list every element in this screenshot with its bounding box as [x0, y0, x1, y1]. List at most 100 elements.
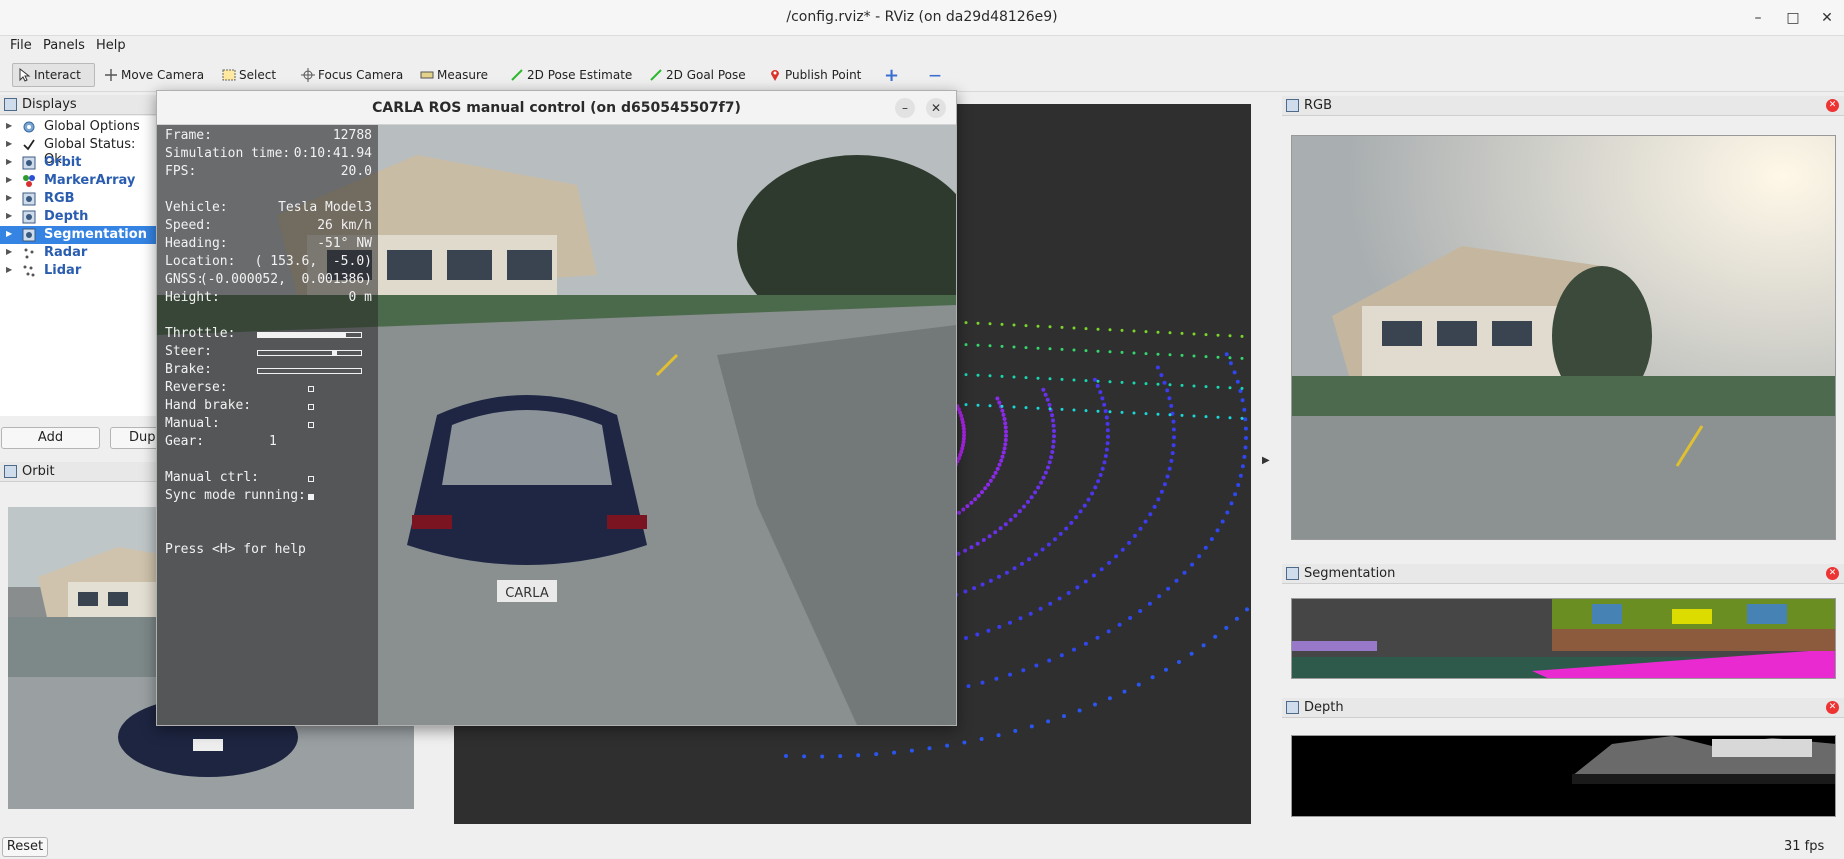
close-icon[interactable]: ✕ [1826, 701, 1839, 714]
lidar-point [1099, 567, 1104, 572]
lidar-point [1144, 330, 1148, 334]
display-radar[interactable]: ▶ Radar [0, 244, 156, 262]
lidar-point [1243, 426, 1248, 431]
lidar-point [993, 470, 998, 475]
remove-tool-button[interactable]: — [925, 63, 945, 87]
lidar-point [1174, 578, 1179, 583]
add-tool-button[interactable]: + [880, 63, 903, 87]
segmentation-image[interactable] [1291, 598, 1836, 679]
lidar-point [1144, 352, 1148, 356]
lidar-point [962, 740, 967, 745]
display-global-options[interactable]: ▶ Global Options [0, 118, 156, 136]
lidar-point [1166, 586, 1171, 591]
lidar-point [1168, 383, 1172, 387]
lidar-point [1036, 406, 1040, 410]
expand-arrow-icon[interactable]: ▶ [6, 211, 12, 220]
publish-point-button[interactable]: Publish Point [764, 63, 865, 87]
close-icon[interactable]: ✕ [1826, 99, 1839, 112]
lidar-point [1098, 390, 1103, 395]
duplicate-display-button[interactable]: Dupl [110, 427, 160, 449]
display-markerarray[interactable]: ▶ MarkerArray [0, 172, 156, 190]
lidar-point [1004, 433, 1008, 438]
lidar-point [986, 628, 991, 633]
lidar-point [1192, 354, 1196, 358]
lidar-point [1169, 458, 1174, 463]
expand-arrow-icon[interactable]: ▶ [6, 247, 12, 256]
expand-arrow-icon[interactable]: ▶ [6, 265, 12, 274]
lidar-point [1192, 332, 1196, 336]
lidar-point [1108, 380, 1112, 384]
lidar-point [1225, 510, 1230, 515]
radar-icon [24, 248, 34, 259]
display-lidar[interactable]: ▶ Lidar [0, 262, 156, 280]
lidar-point [1244, 436, 1248, 440]
menu-panels[interactable]: Panels [43, 38, 85, 53]
hud-frame-value: 12788 [332, 128, 372, 143]
lidar-point [1022, 504, 1026, 509]
lidar-point [1165, 474, 1170, 479]
maximize-button[interactable]: □ [1783, 8, 1803, 28]
select-button[interactable]: Select [218, 63, 280, 87]
close-icon[interactable]: ✕ [1826, 567, 1839, 580]
lidar-point [969, 500, 974, 505]
lidar-point [1228, 356, 1232, 360]
lidar-point [1041, 387, 1046, 392]
expand-arrow-icon[interactable]: ▶ [6, 229, 12, 238]
lidar-point [1169, 403, 1174, 408]
rgb-camera-image[interactable] [1291, 135, 1836, 540]
goal-pose-button[interactable]: 2D Goal Pose [645, 63, 750, 87]
depth-image[interactable] [1291, 735, 1836, 817]
measure-button[interactable]: Measure [416, 63, 492, 87]
hud-fps-value: 20.0 [340, 164, 372, 179]
expand-arrow-icon[interactable]: ▶ [6, 139, 12, 148]
lidar-point [1046, 465, 1050, 470]
cursor-icon [19, 68, 31, 82]
lidar-point [1232, 370, 1237, 375]
display-depth[interactable]: ▶ Depth [0, 208, 156, 226]
interact-tool-button[interactable]: Interact [12, 63, 95, 87]
select-icon [222, 69, 236, 81]
lidar-point [1240, 334, 1244, 338]
lidar-point [1156, 352, 1160, 356]
menu-help[interactable]: Help [96, 38, 126, 53]
display-label: MarkerArray [44, 173, 136, 188]
display-segmentation[interactable]: ▶ Segmentation [0, 226, 156, 244]
hud-sync-label: Sync mode running: [165, 488, 306, 503]
menu-bar: File Panels Help [0, 36, 1844, 58]
lidar-point [1171, 419, 1176, 424]
rgb-panel-header: RGB ✕ [1282, 96, 1844, 116]
display-rgb[interactable]: ▶ RGB [0, 190, 156, 208]
move-camera-button[interactable]: Move Camera [100, 63, 208, 87]
lidar-point [1047, 402, 1052, 407]
carla-manual-control-window[interactable]: CARLA ROS manual control (on d650545507f… [156, 90, 957, 726]
expand-arrow-icon[interactable]: ▶ [6, 193, 12, 202]
lidar-point [1242, 407, 1247, 412]
lidar-point [838, 754, 843, 759]
minimize-button[interactable]: – [1748, 8, 1768, 28]
move-camera-label: Move Camera [121, 68, 205, 82]
lidar-point [1043, 470, 1048, 475]
focus-camera-button[interactable]: Focus Camera [297, 63, 407, 87]
lidar-point [1105, 441, 1110, 446]
lidar-point [991, 474, 996, 479]
reset-button[interactable]: Reset [2, 837, 48, 857]
expand-arrow-icon[interactable]: ▶ [6, 157, 12, 166]
sync-mode-checkbox [308, 494, 314, 500]
expand-arrow-icon[interactable]: ▶ [6, 121, 12, 130]
pose-estimate-button[interactable]: 2D Pose Estimate [506, 63, 636, 87]
add-display-button[interactable]: Add [1, 427, 100, 449]
close-button[interactable]: ✕ [1817, 8, 1837, 28]
display-global-status[interactable]: ▶ Global Status: Ok [0, 136, 156, 167]
lidar-point [963, 589, 968, 594]
carla-minimize-button[interactable]: – [895, 98, 915, 118]
rgb-panel-title: RGB [1304, 98, 1333, 113]
carla-close-button[interactable]: ✕ [926, 98, 946, 118]
hud-sim-time-label: Simulation time: [165, 146, 291, 161]
menu-file[interactable]: File [10, 38, 32, 53]
lidar-point [1133, 533, 1137, 538]
hud-fps-label: FPS: [165, 164, 197, 179]
panel-collapse-handle[interactable]: ▶ [1262, 455, 1270, 466]
expand-arrow-icon[interactable]: ▶ [6, 175, 12, 184]
display-orbit[interactable]: ▶ Orbit [0, 154, 156, 172]
carla-window-title: CARLA ROS manual control (on d650545507f… [372, 100, 741, 116]
